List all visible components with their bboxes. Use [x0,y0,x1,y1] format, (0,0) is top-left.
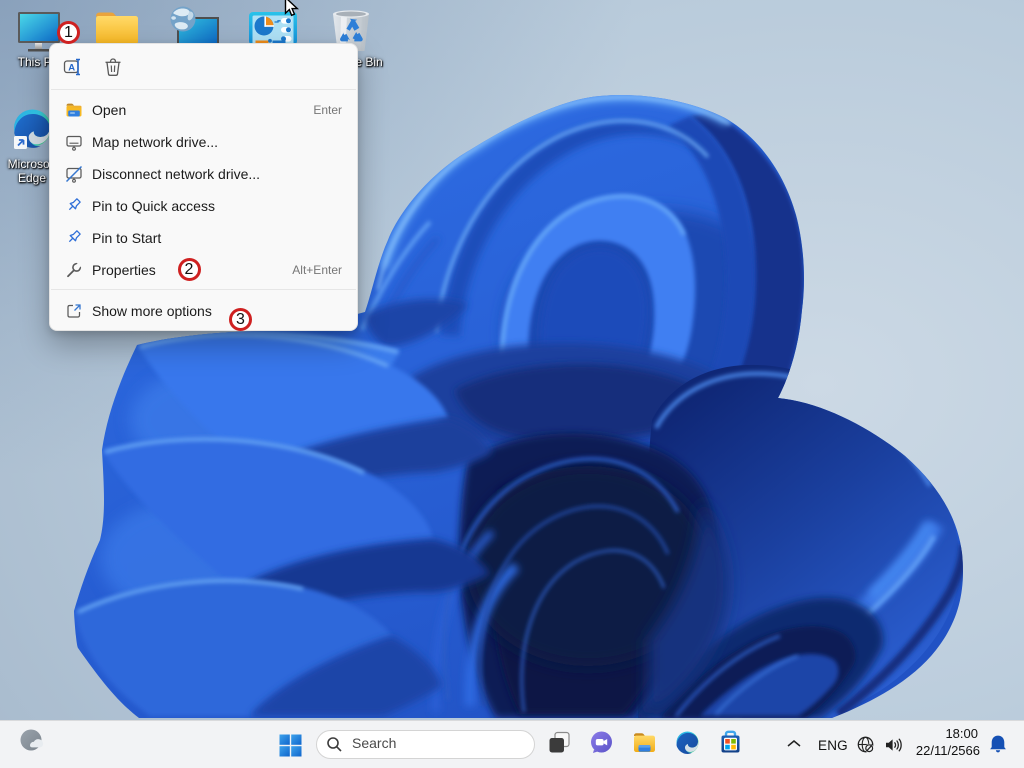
svg-text:A: A [68,62,75,73]
